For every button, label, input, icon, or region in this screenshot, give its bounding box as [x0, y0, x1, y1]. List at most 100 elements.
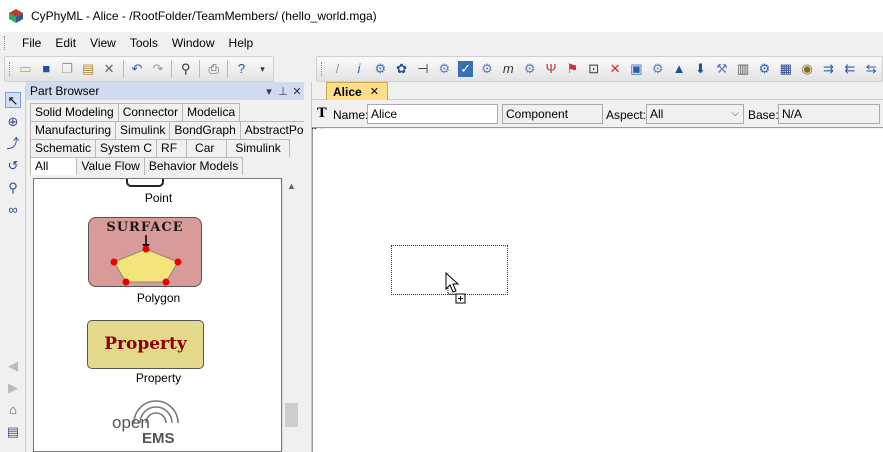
flag-icon[interactable]: ⚑ [565, 61, 580, 77]
toolbar-grip[interactable] [9, 62, 12, 76]
close-icon[interactable]: ✕ [290, 85, 304, 98]
tools-icon[interactable]: ⚙ [757, 61, 772, 77]
settings-gear-icon[interactable]: ⚙ [437, 61, 452, 77]
magnify-icon[interactable]: ⚲ [5, 180, 21, 196]
close-red-icon[interactable]: ✕ [607, 61, 622, 77]
menu-help[interactable]: Help [222, 32, 261, 54]
tab-simulink-2[interactable]: Simulink [226, 139, 290, 157]
menu-tools[interactable]: Tools [123, 32, 165, 54]
copy-icon[interactable]: ❐ [60, 61, 75, 77]
import-icon[interactable]: ⇇ [842, 61, 857, 77]
home-icon[interactable]: ⌂ [5, 402, 21, 418]
wrench-icon[interactable]: ⚒ [714, 61, 729, 77]
components-toolbar: / i ⚙ ✿ ⊣ ⚙ ✓ ⚙ m ⚙ Ψ ⚑ ⊡ ✕ ▣ ⚙ ▲ ⬇ ⚒ ▥ … [316, 56, 883, 82]
tab-schematic[interactable]: Schematic [30, 139, 97, 157]
assembly-gear-icon[interactable]: ✿ [394, 61, 409, 77]
redo-icon[interactable]: ↷ [150, 61, 165, 77]
disconnect-mode-icon[interactable]: ↺ [5, 158, 21, 174]
tab-row-1: Solid Modeling Connector Modelica [30, 103, 241, 121]
openems-logo[interactable]: open EMS [106, 399, 186, 451]
mathml-icon[interactable]: m [501, 61, 516, 77]
download-icon[interactable]: ⬇ [693, 61, 708, 77]
panel-splitter[interactable] [304, 82, 312, 452]
paste-icon[interactable]: ▤ [81, 61, 96, 77]
close-tab-icon[interactable]: ✕ [370, 85, 379, 98]
table-icon[interactable]: ▦ [778, 61, 793, 77]
tab-bondgraph[interactable]: BondGraph [169, 121, 241, 139]
scrollbar-thumb[interactable] [285, 403, 298, 427]
polygon-icon[interactable]: SURFACE [88, 217, 202, 287]
tab-connector[interactable]: Connector [117, 103, 184, 121]
interpreter-gear-icon[interactable]: ⚙ [479, 61, 494, 77]
aspect-select[interactable]: All ⌵ [646, 104, 744, 124]
pin-icon[interactable]: ⊥ [276, 85, 290, 98]
zoom-mode-icon[interactable]: ⊕ [5, 114, 21, 130]
model-canvas[interactable] [312, 129, 883, 452]
menu-view[interactable]: View [83, 32, 123, 54]
find-icon[interactable]: ⚲ [178, 61, 193, 77]
library-icon[interactable]: ▥ [735, 61, 750, 77]
part-browser-panel: Solid Modeling Connector Modelica Manufa… [26, 100, 322, 452]
select-mode-icon[interactable]: ↖ [5, 92, 21, 108]
toolbar-grip[interactable] [321, 62, 324, 76]
text-tool-icon[interactable]: T [317, 106, 327, 121]
open-icon[interactable]: ▭ [18, 61, 33, 77]
master-gear-icon[interactable]: ⚙ [650, 61, 665, 77]
standard-toolbar: ▭ ■ ❐ ▤ ✕ ↶ ↷ ⚲ ⎙ ? ▾ [4, 56, 274, 82]
tab-solid-modeling[interactable]: Solid Modeling [30, 103, 119, 121]
tab-modelica[interactable]: Modelica [182, 103, 241, 121]
sync-icon[interactable]: ⇆ [864, 61, 879, 77]
aspect-label: Aspect: [606, 108, 647, 122]
connector-icon[interactable]: ⊣ [415, 61, 430, 77]
part-label-point: Point [144, 191, 173, 205]
tab-row-4: All Value Flow Behavior Models [30, 157, 244, 175]
base-field: N/A [778, 104, 880, 124]
tab-simulink[interactable]: Simulink [115, 121, 171, 139]
tab-manufacturing[interactable]: Manufacturing [30, 121, 117, 139]
export-icon[interactable]: ⇉ [821, 61, 836, 77]
scroll-left-icon[interactable]: ◀ [5, 358, 21, 374]
pentagon-shape [110, 235, 182, 286]
parts-scrollbar[interactable]: ▲ [282, 178, 299, 452]
pen-icon[interactable]: / [330, 61, 345, 77]
tab-all[interactable]: All [30, 157, 78, 175]
scroll-right-icon[interactable]: ▶ [5, 380, 21, 396]
undo-icon[interactable]: ↶ [130, 61, 145, 77]
board-icon[interactable]: ▣ [629, 61, 644, 77]
property-icon[interactable]: Property [87, 320, 204, 369]
visualize-icon[interactable]: ∞ [5, 202, 21, 218]
part-label-polygon: Polygon [136, 291, 181, 305]
tab-alice[interactable]: Alice ✕ [326, 82, 388, 101]
triangle-icon[interactable]: ▲ [671, 61, 686, 77]
chevron-down-icon[interactable]: ⌵ [731, 105, 739, 123]
help-icon[interactable]: ? [234, 61, 249, 77]
tab-system-c[interactable]: System C [95, 139, 158, 157]
chevron-down-icon[interactable]: ▾ [262, 85, 276, 98]
menu-window[interactable]: Window [165, 32, 222, 54]
delete-icon[interactable]: ✕ [102, 61, 117, 77]
gear-alt-icon[interactable]: ⚙ [522, 61, 537, 77]
info-icon[interactable]: i [351, 61, 366, 77]
separator [199, 60, 201, 78]
antenna-icon[interactable]: Ψ [543, 61, 558, 77]
name-field[interactable]: Alice [367, 104, 498, 124]
toolbar-overflow-icon[interactable]: ▾ [255, 61, 270, 77]
connect-mode-icon[interactable]: ⤴ [5, 136, 21, 152]
tab-behavior-models[interactable]: Behavior Models [143, 157, 244, 175]
scroll-up-icon[interactable]: ▲ [283, 178, 300, 195]
menu-edit[interactable]: Edit [48, 32, 83, 54]
menu-file[interactable]: File [15, 32, 48, 54]
menubar-grip[interactable] [4, 36, 7, 50]
gauge-icon[interactable]: ◉ [799, 61, 814, 77]
tab-rf[interactable]: RF [156, 139, 188, 157]
print-icon[interactable]: ⎙ [206, 61, 221, 77]
point-icon[interactable] [126, 179, 164, 187]
save-icon[interactable]: ■ [39, 61, 54, 77]
print-model-icon[interactable]: ▤ [5, 424, 21, 440]
tab-car[interactable]: Car [186, 139, 228, 157]
tab-value-flow[interactable]: Value Flow [76, 157, 145, 175]
component-gear-icon[interactable]: ⚙ [373, 61, 388, 77]
select-icon[interactable]: ⊡ [586, 61, 601, 77]
checker-icon[interactable]: ✓ [457, 61, 474, 77]
cyphyml-app-icon [8, 8, 24, 24]
